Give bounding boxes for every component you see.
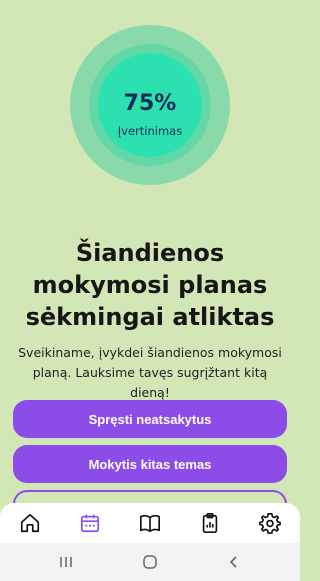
nav-home[interactable] [0, 503, 60, 543]
nav-book[interactable] [120, 503, 180, 543]
back-button[interactable] [224, 552, 244, 572]
nav-calendar[interactable] [60, 503, 120, 543]
home-button-icon [143, 555, 157, 569]
recent-apps-button[interactable] [56, 552, 76, 572]
system-navigation-bar [0, 543, 300, 581]
calendar-icon [80, 514, 100, 533]
recent-apps-icon [60, 557, 72, 567]
back-icon [229, 556, 237, 568]
score-indicator: 75% Įvertinimas [60, 25, 240, 185]
learn-other-topics-button[interactable]: Mokytis kitas temas [13, 445, 287, 483]
nav-settings[interactable] [240, 503, 300, 543]
score-value: 75% [123, 91, 177, 116]
solve-unanswered-button[interactable]: Spręsti neatsakytus [13, 400, 287, 438]
gear-icon [259, 513, 281, 534]
result-title: Šiandienos mokymosi planas sėkmingai atl… [25, 239, 275, 331]
score-label: Įvertinimas [117, 124, 183, 138]
report-icon [202, 513, 218, 533]
book-icon [140, 514, 160, 533]
nav-report[interactable] [180, 503, 240, 543]
home-icon [20, 513, 40, 533]
home-button[interactable] [140, 552, 160, 572]
result-subtitle: Sveikiname, įvykdei šiandienos mokymosi … [18, 345, 282, 400]
bottom-navigation [0, 503, 300, 543]
